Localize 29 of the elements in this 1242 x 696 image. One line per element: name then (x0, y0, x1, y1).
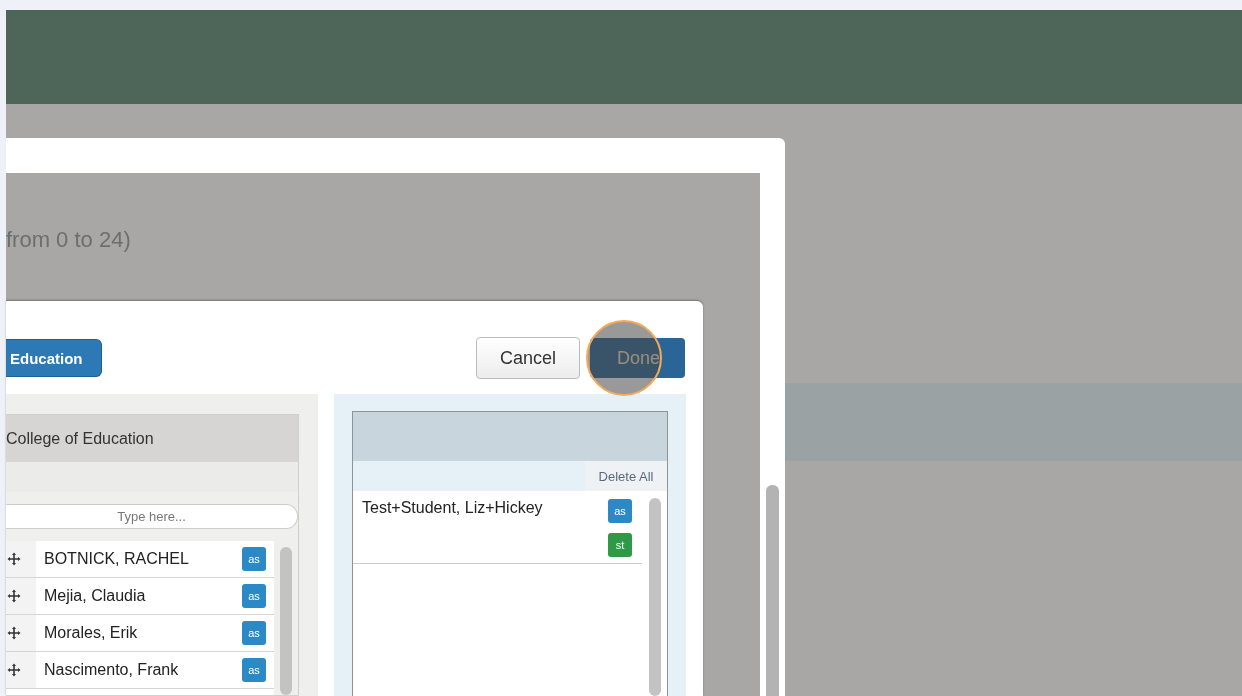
move-icon[interactable] (7, 626, 21, 640)
role-tag: as (242, 584, 267, 608)
role-tag: as (242, 547, 267, 571)
search-field[interactable]: Type here... (6, 504, 298, 529)
role-tag: as (242, 621, 267, 645)
role-tag: st (608, 533, 632, 557)
list-row[interactable]: Nascimento, Frank as (6, 652, 275, 689)
role-tag: as (608, 499, 632, 523)
person-name: Morales, Erik (44, 624, 139, 642)
role-tag: as (242, 658, 267, 682)
scrollbar[interactable] (766, 485, 779, 696)
delete-all-button[interactable]: Delete All (585, 461, 667, 491)
person-name: Mejia, Claudia (44, 587, 147, 605)
move-icon[interactable] (7, 589, 21, 603)
list-row[interactable]: BOTNICK, RACHEL as (6, 541, 275, 578)
person-name: Test+Student, Liz+Hickey (362, 499, 544, 518)
college-button[interactable]: Education (6, 339, 102, 377)
person-name: BOTNICK, RACHEL (44, 550, 190, 568)
move-icon[interactable] (7, 552, 21, 566)
scrollbar[interactable] (280, 547, 292, 695)
hint-text: from 0 to 24) (6, 226, 132, 254)
list-row[interactable]: Test+Student, Liz+Hickey as st (353, 491, 642, 564)
person-name: Nascimento, Frank (44, 661, 180, 679)
panel-title: College of Education (6, 415, 298, 462)
scrollbar[interactable] (649, 498, 661, 696)
list-row[interactable]: Mejia, Claudia as (6, 578, 275, 615)
cancel-button[interactable]: Cancel (476, 337, 580, 379)
list-row[interactable]: Morales, Erik as (6, 615, 275, 652)
move-icon[interactable] (7, 663, 21, 677)
